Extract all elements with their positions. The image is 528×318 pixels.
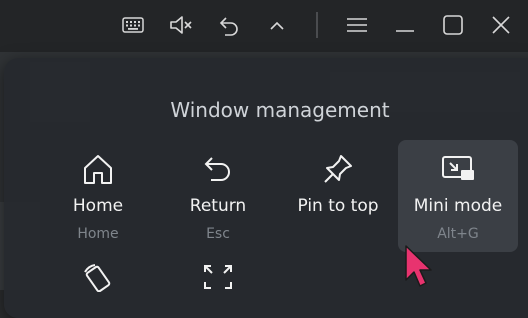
return-icon xyxy=(158,152,278,188)
keyboard-icon[interactable] xyxy=(120,12,146,38)
minimize-icon[interactable] xyxy=(392,12,418,38)
fullscreen-icon xyxy=(201,262,235,290)
mini-mode-label: Mini mode xyxy=(413,196,503,216)
toolbar-divider xyxy=(316,12,318,38)
home-label: Home xyxy=(72,196,124,216)
pin-icon xyxy=(278,152,398,188)
mouse-cursor-icon xyxy=(404,244,434,294)
return-label: Return xyxy=(189,196,247,216)
return-shortcut: Esc xyxy=(206,226,230,242)
panel-title: Window management xyxy=(170,98,390,122)
pin-to-top-tile[interactable]: Pin to top xyxy=(278,140,398,252)
rotate-icon xyxy=(81,262,115,293)
chevron-up-icon[interactable] xyxy=(264,12,290,38)
close-icon[interactable] xyxy=(488,12,514,38)
rotate-button[interactable] xyxy=(78,262,118,293)
home-icon xyxy=(38,152,158,188)
mini-mode-icon xyxy=(398,152,518,188)
title-bar xyxy=(0,0,528,52)
window-management-panel: Window management Home Home Return Esc P… xyxy=(4,58,528,318)
menu-icon[interactable] xyxy=(344,12,370,38)
mute-icon[interactable] xyxy=(168,12,194,38)
maximize-icon[interactable] xyxy=(440,12,466,38)
pin-to-top-label: Pin to top xyxy=(297,196,379,216)
fullscreen-button[interactable] xyxy=(198,262,238,290)
mini-mode-tile[interactable]: Mini mode Alt+G xyxy=(398,140,518,252)
home-tile[interactable]: Home Home xyxy=(38,140,158,252)
return-tile[interactable]: Return Esc xyxy=(158,140,278,252)
undo-icon[interactable] xyxy=(216,12,242,38)
home-shortcut: Home xyxy=(77,226,119,242)
mini-mode-shortcut: Alt+G xyxy=(437,226,479,242)
